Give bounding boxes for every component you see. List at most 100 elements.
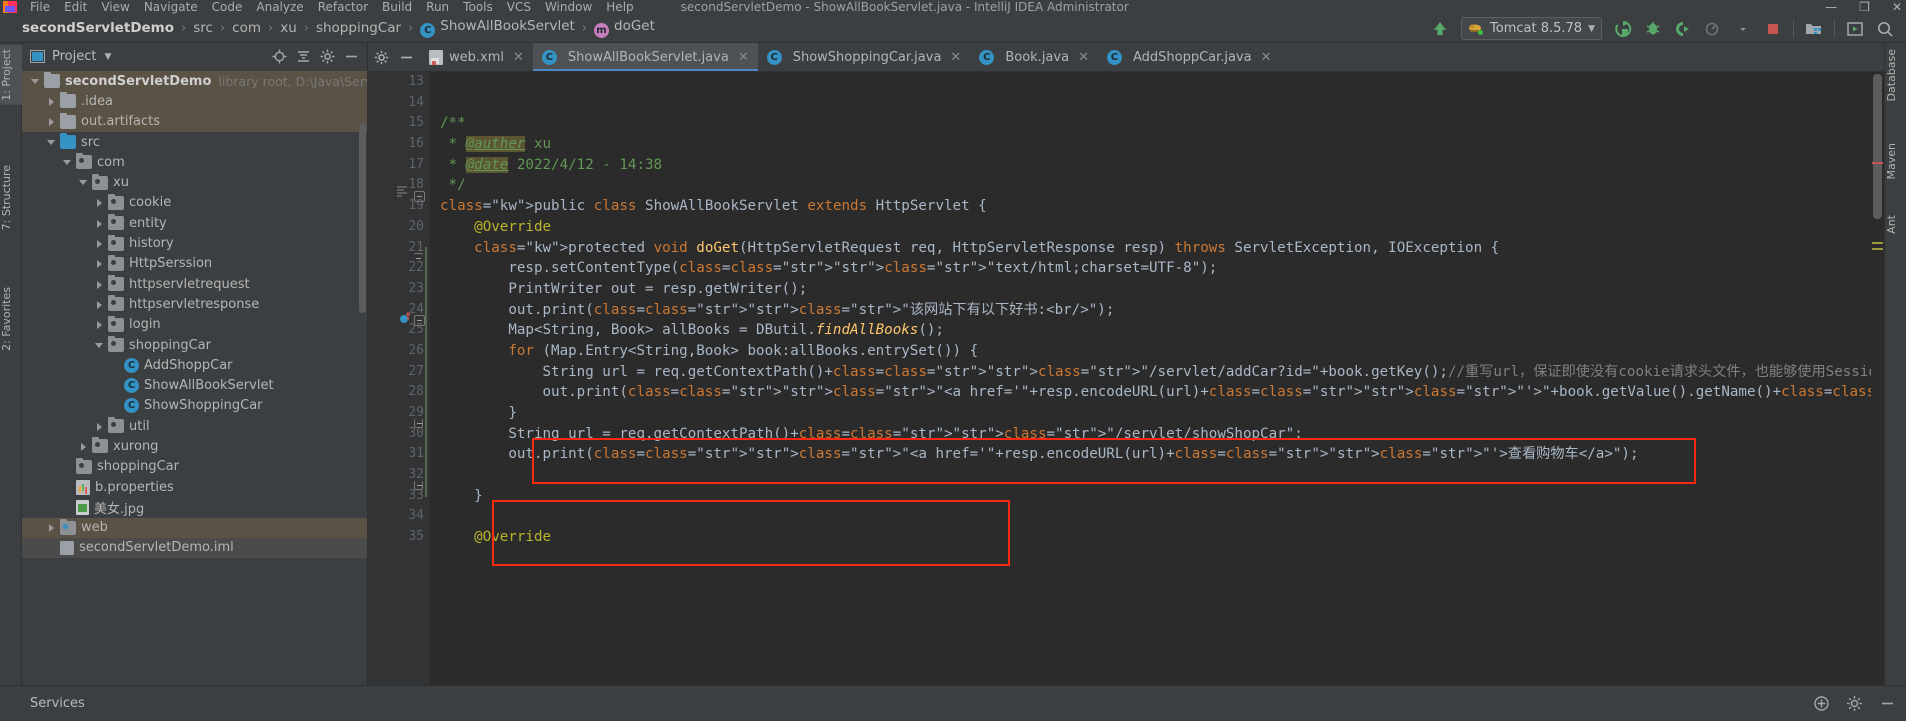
tree-node[interactable]: httpservletrequest	[22, 274, 367, 294]
menu-item-run[interactable]: Run	[419, 0, 456, 14]
tree-node[interactable]: secondServletDemo library root, D:\Java\S…	[22, 71, 367, 92]
code-fold-toggle[interactable]	[414, 191, 425, 202]
line-number[interactable]: 28	[368, 382, 430, 403]
settings-icon[interactable]	[374, 50, 389, 65]
breadcrumb-item-shoppingcar[interactable]: shoppingCar	[316, 20, 401, 36]
chevron-down-icon[interactable]	[94, 340, 105, 351]
tree-node[interactable]: xurong	[22, 436, 367, 456]
line-number[interactable]: 35	[368, 527, 430, 548]
tree-node[interactable]: b.properties	[22, 477, 367, 497]
tree-node[interactable]: C ShowShoppingCar	[22, 396, 367, 416]
code-line[interactable]: * @auther xu	[440, 134, 1884, 155]
sidebar-item-structure[interactable]: 7: Structure	[0, 161, 22, 234]
locate-icon[interactable]	[267, 45, 291, 69]
tree-node[interactable]: login	[22, 315, 367, 335]
project-structure-icon[interactable]	[1799, 15, 1829, 42]
line-number-gutter[interactable]: 13 14 15 16 17 18 19 20 21 22 23 24 25 26 27 28 29 30 31 32…	[368, 72, 430, 685]
code-line[interactable]	[440, 506, 1884, 527]
chevron-right-icon[interactable]	[94, 238, 105, 249]
close-icon[interactable]: ✕	[1078, 50, 1089, 65]
chevron-down-icon[interactable]	[30, 76, 41, 87]
code-line[interactable]: }	[440, 486, 1884, 507]
sidebar-item-database[interactable]: Database	[1885, 45, 1906, 106]
close-icon[interactable]: ✕	[950, 50, 961, 65]
stop-icon[interactable]	[1758, 15, 1788, 42]
chevron-down-icon[interactable]	[78, 177, 89, 188]
line-number[interactable]: 14	[368, 93, 430, 114]
tree-node[interactable]: com	[22, 152, 367, 172]
line-number[interactable]: 20	[368, 217, 430, 238]
chevron-right-icon[interactable]	[94, 218, 105, 229]
tab-showshoppingcar-java[interactable]: C ShowShoppingCar.java ✕	[757, 43, 971, 71]
tree-node[interactable]: xu	[22, 172, 367, 192]
chevron-right-icon[interactable]	[46, 116, 57, 127]
chevron-right-icon[interactable]	[94, 421, 105, 432]
project-tree[interactable]: secondServletDemo library root, D:\Java\S…	[22, 70, 367, 685]
tree-node[interactable]: shoppingCar	[22, 457, 367, 477]
code-line[interactable]: String url = req.getContextPath()+class=…	[440, 424, 1884, 445]
menu-item-edit[interactable]: Edit	[57, 0, 94, 14]
chevron-right-icon[interactable]	[78, 441, 89, 452]
code-line[interactable]: class="kw">public class ShowAllBookServl…	[440, 196, 1884, 217]
tree-node[interactable]: secondServletDemo.iml	[22, 537, 367, 559]
code-line[interactable]: resp.setContentType(class=class="str">"s…	[440, 258, 1884, 279]
line-number[interactable]: 23	[368, 279, 430, 300]
chevron-right-icon[interactable]	[94, 197, 105, 208]
tree-node[interactable]: cookie	[22, 193, 367, 213]
tree-node[interactable]: history	[22, 233, 367, 253]
code-line[interactable]: }	[440, 403, 1884, 424]
menu-item-build[interactable]: Build	[375, 0, 419, 14]
breadcrumb-item-xu[interactable]: xu	[280, 20, 297, 36]
warning-stripe-marker[interactable]	[1872, 242, 1883, 244]
chevron-right-icon[interactable]	[94, 299, 105, 310]
hide-icon[interactable]	[399, 50, 414, 65]
code-line[interactable]: out.print(class=class="str">"str">class=…	[440, 300, 1884, 321]
tree-node[interactable]: src	[22, 132, 367, 152]
tree-node[interactable]: C ShowAllBookServlet	[22, 375, 367, 395]
chevron-down-icon[interactable]	[46, 137, 57, 148]
tree-node[interactable]: shoppingCar	[22, 335, 367, 355]
close-button[interactable]: ✕	[1892, 0, 1902, 14]
code-line[interactable]	[440, 465, 1884, 486]
code-content[interactable]: /** * @auther xu * @date 2022/4/12 - 14:…	[430, 72, 1884, 685]
tree-node[interactable]: HttpSerssion	[22, 254, 367, 274]
search-icon[interactable]	[1870, 15, 1900, 42]
close-icon[interactable]: ✕	[738, 50, 749, 65]
chevron-right-icon[interactable]	[94, 319, 105, 330]
code-line[interactable]: * @date 2022/4/12 - 14:38	[440, 155, 1884, 176]
tree-node[interactable]: out.artifacts	[22, 111, 367, 132]
run-configuration-selector[interactable]: Tomcat 8.5.78 ▼	[1461, 17, 1602, 40]
code-line[interactable]	[440, 93, 1884, 114]
code-fold-toggle[interactable]	[414, 315, 425, 326]
code-line[interactable]: for (Map.Entry<String,Book> book:allBook…	[440, 341, 1884, 362]
override-method-icon[interactable]	[398, 312, 411, 325]
line-number[interactable]: 16	[368, 134, 430, 155]
sidebar-item-favorites[interactable]: 2: Favorites	[0, 283, 22, 355]
line-number[interactable]: 31	[368, 444, 430, 465]
menu-item-vcs[interactable]: VCS	[500, 0, 538, 14]
menu-item-refactor[interactable]: Refactor	[311, 0, 375, 14]
chevron-down-icon[interactable]	[1728, 15, 1758, 42]
breadcrumb-item-class[interactable]: C ShowAllBookServlet	[420, 18, 575, 38]
close-icon[interactable]: ✕	[1261, 50, 1272, 65]
tree-node[interactable]: web	[22, 517, 367, 538]
breadcrumb-item-com[interactable]: com	[232, 20, 261, 36]
line-number[interactable]: 27	[368, 362, 430, 383]
hide-icon[interactable]	[1879, 695, 1896, 712]
tab-showallbookservlet-java[interactable]: C ShowAllBookServlet.java ✕	[532, 43, 758, 71]
tab-web-xml[interactable]: web.xml ✕	[420, 43, 533, 71]
code-fold-toggle[interactable]	[414, 419, 423, 428]
code-editor[interactable]: 13 14 15 16 17 18 19 20 21 22 23 24 25 26 27 28 29 30 31 32…	[368, 72, 1884, 685]
code-line[interactable]: @Override	[440, 527, 1884, 548]
tab-book-java[interactable]: C Book.java ✕	[970, 43, 1098, 71]
code-line[interactable]: @Override	[440, 217, 1884, 238]
tree-node[interactable]: C AddShoppCar	[22, 355, 367, 375]
menu-item-file[interactable]: File	[23, 0, 57, 14]
code-line[interactable]: out.print(class=class="str">"str">class=…	[440, 444, 1884, 465]
chevron-down-icon[interactable]: ▼	[104, 52, 111, 62]
warning-stripe-marker[interactable]	[1872, 248, 1883, 250]
code-line[interactable]: */	[440, 175, 1884, 196]
chevron-right-icon[interactable]	[94, 279, 105, 290]
build-icon[interactable]	[1425, 15, 1455, 42]
menu-item-tools[interactable]: Tools	[456, 0, 500, 14]
